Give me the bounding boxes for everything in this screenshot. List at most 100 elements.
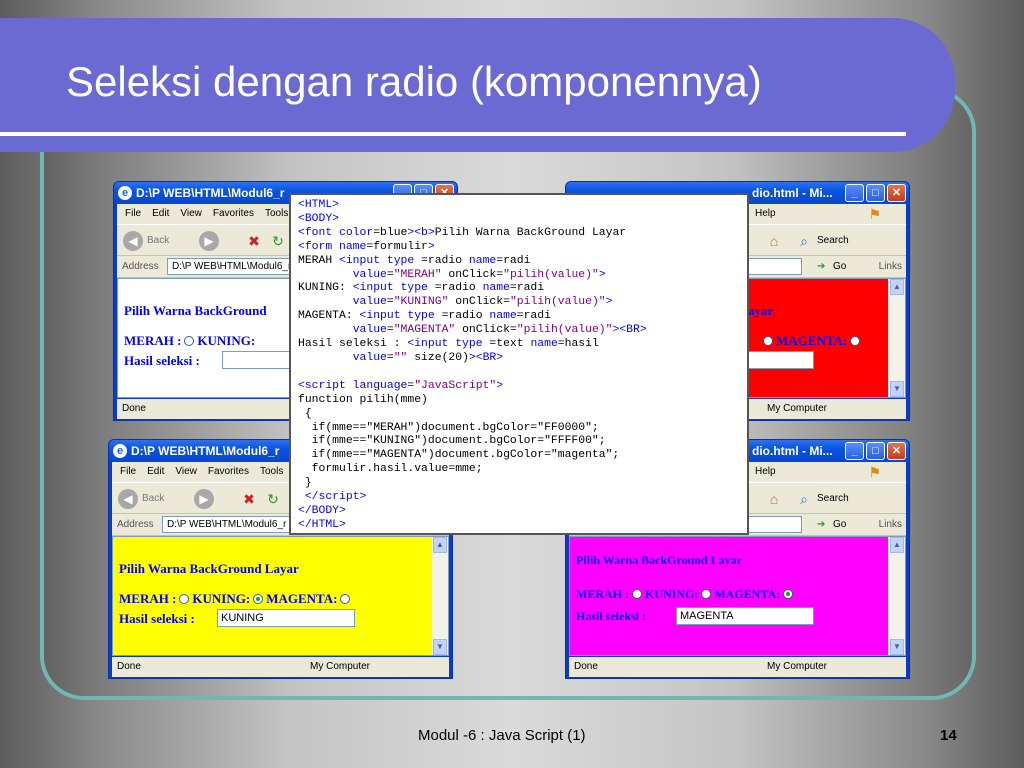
page-heading: Pilih Warna BackGround	[124, 303, 267, 318]
vertical-scrollbar[interactable]: ▲▼	[888, 279, 905, 397]
menu-favorites[interactable]: Favorites	[208, 466, 249, 477]
home-icon[interactable]: ⌂	[765, 232, 783, 250]
hasil-input[interactable]: KUNING	[217, 609, 355, 627]
back-arrow-icon[interactable]: ◀	[123, 231, 143, 251]
label-magenta: MAGENTA:	[776, 333, 848, 348]
search-icon[interactable]: ⌕	[795, 490, 813, 508]
hasil-label: Hasil seleksi :	[124, 353, 200, 368]
close-button[interactable]: ✕	[887, 184, 906, 202]
scroll-down-icon[interactable]: ▼	[890, 381, 904, 397]
label-kuning: KUNING:	[192, 591, 251, 606]
radio-kuning[interactable]	[763, 336, 773, 346]
page-heading-fragment: ayar	[748, 303, 774, 318]
radio-merah[interactable]	[632, 589, 642, 599]
menu-edit[interactable]: Edit	[147, 466, 164, 477]
forward-arrow-icon[interactable]: ▶	[194, 489, 214, 509]
label-magenta: MAGENTA:	[714, 587, 781, 601]
menu-help[interactable]: Help	[755, 204, 776, 224]
vertical-scrollbar[interactable]: ▲▼	[888, 537, 905, 655]
label-merah: MERAH :	[124, 333, 182, 348]
vertical-scrollbar[interactable]: ▲▼	[431, 537, 448, 655]
radio-kuning[interactable]	[701, 589, 712, 599]
address-label: Address	[122, 261, 159, 272]
back-arrow-icon[interactable]: ◀	[118, 489, 138, 509]
maximize-button[interactable]: □	[866, 442, 885, 460]
menu-tools[interactable]: Tools	[265, 208, 288, 219]
radio-kuning[interactable]	[253, 594, 264, 604]
forward-arrow-icon[interactable]: ▶	[199, 231, 219, 251]
windows-flag-icon: ⚑	[868, 206, 881, 222]
minimize-button[interactable]: _	[845, 442, 864, 460]
menu-favorites[interactable]: Favorites	[213, 208, 254, 219]
page-heading: Pilih Warna BackGround Layar	[119, 561, 299, 576]
label-kuning: KUNING:	[197, 333, 256, 348]
menu-view[interactable]: View	[175, 466, 197, 477]
windows-flag-icon: ⚑	[868, 464, 881, 480]
links-label[interactable]: Links	[879, 519, 902, 530]
hasil-label: Hasil seleksi :	[119, 611, 195, 626]
menu-view[interactable]: View	[180, 208, 202, 219]
status-my-computer: My Computer	[767, 661, 828, 672]
refresh-icon[interactable]: ↻	[264, 490, 282, 508]
hasil-input[interactable]: MAGENTA	[676, 607, 814, 625]
back-label[interactable]: Back	[142, 493, 164, 504]
radio-row: MERAH : KUNING:	[124, 333, 255, 349]
refresh-icon[interactable]: ↻	[269, 232, 287, 250]
go-label[interactable]: Go	[833, 519, 846, 530]
address-label: Address	[117, 519, 154, 530]
go-label[interactable]: Go	[833, 261, 846, 272]
label-kuning: KUNING:	[645, 587, 699, 601]
window-title: D:\P WEB\HTML\Modul6_r	[131, 444, 280, 458]
page-number: 14	[940, 727, 957, 744]
scroll-up-icon[interactable]: ▲	[890, 279, 904, 295]
menu-edit[interactable]: Edit	[152, 208, 169, 219]
go-arrow-icon[interactable]: ➔	[817, 519, 825, 530]
slide-title: Seleksi dengan radio (komponennya)	[66, 58, 762, 105]
minimize-button[interactable]: _	[845, 184, 864, 202]
scroll-down-icon[interactable]: ▼	[890, 639, 904, 655]
code-listing: <HTML> <BODY> <font color=blue><b>Pilih …	[289, 193, 749, 535]
stop-icon[interactable]: ✖	[245, 232, 263, 250]
window-title: D:\P WEB\HTML\Modul6_r	[136, 186, 285, 200]
scroll-down-icon[interactable]: ▼	[433, 639, 447, 655]
links-label[interactable]: Links	[879, 261, 902, 272]
radio-magenta[interactable]	[850, 336, 861, 346]
label-magenta: MAGENTA:	[266, 591, 338, 606]
status-done: Done	[122, 403, 146, 414]
status-my-computer: My Computer	[310, 661, 371, 672]
page-content: Pilih Warna BackGround Layar MERAH : KUNI…	[112, 536, 449, 656]
label-merah: MERAH :	[576, 587, 629, 601]
radio-merah[interactable]	[184, 336, 195, 346]
search-label[interactable]: Search	[817, 235, 849, 246]
slide-footer: Modul -6 : Java Script (1)	[418, 727, 586, 744]
stop-icon[interactable]: ✖	[240, 490, 258, 508]
radio-merah[interactable]	[179, 594, 190, 604]
title-underline	[0, 132, 906, 136]
menu-file[interactable]: File	[120, 466, 136, 477]
ie-icon: e	[113, 444, 127, 458]
hasil-label: Hasil seleksi :	[576, 609, 647, 623]
maximize-button[interactable]: □	[866, 184, 885, 202]
status-my-computer: My Computer	[767, 403, 828, 414]
radio-magenta[interactable]	[340, 594, 351, 604]
radio-magenta[interactable]	[783, 589, 794, 599]
menu-file[interactable]: File	[125, 208, 141, 219]
radio-row: MERAH : KUNING: MAGENTA:	[576, 587, 796, 602]
close-button[interactable]: ✕	[887, 442, 906, 460]
window-title: dio.html - Mi...	[752, 444, 833, 458]
menu-help[interactable]: Help	[755, 462, 776, 482]
label-merah: MERAH :	[119, 591, 177, 606]
scroll-up-icon[interactable]: ▲	[890, 537, 904, 553]
page-content: Pilih Warna BackGround Layar MERAH : KUNI…	[569, 536, 906, 656]
search-label[interactable]: Search	[817, 493, 849, 504]
scroll-up-icon[interactable]: ▲	[433, 537, 447, 553]
status-done: Done	[574, 661, 598, 672]
back-label[interactable]: Back	[147, 235, 169, 246]
search-icon[interactable]: ⌕	[795, 232, 813, 250]
window-title: dio.html - Mi...	[752, 186, 833, 200]
status-bar: Done My Computer	[112, 657, 449, 677]
status-bar: Done My Computer	[569, 657, 906, 677]
go-arrow-icon[interactable]: ➔	[817, 261, 825, 272]
home-icon[interactable]: ⌂	[765, 490, 783, 508]
menu-tools[interactable]: Tools	[260, 466, 283, 477]
